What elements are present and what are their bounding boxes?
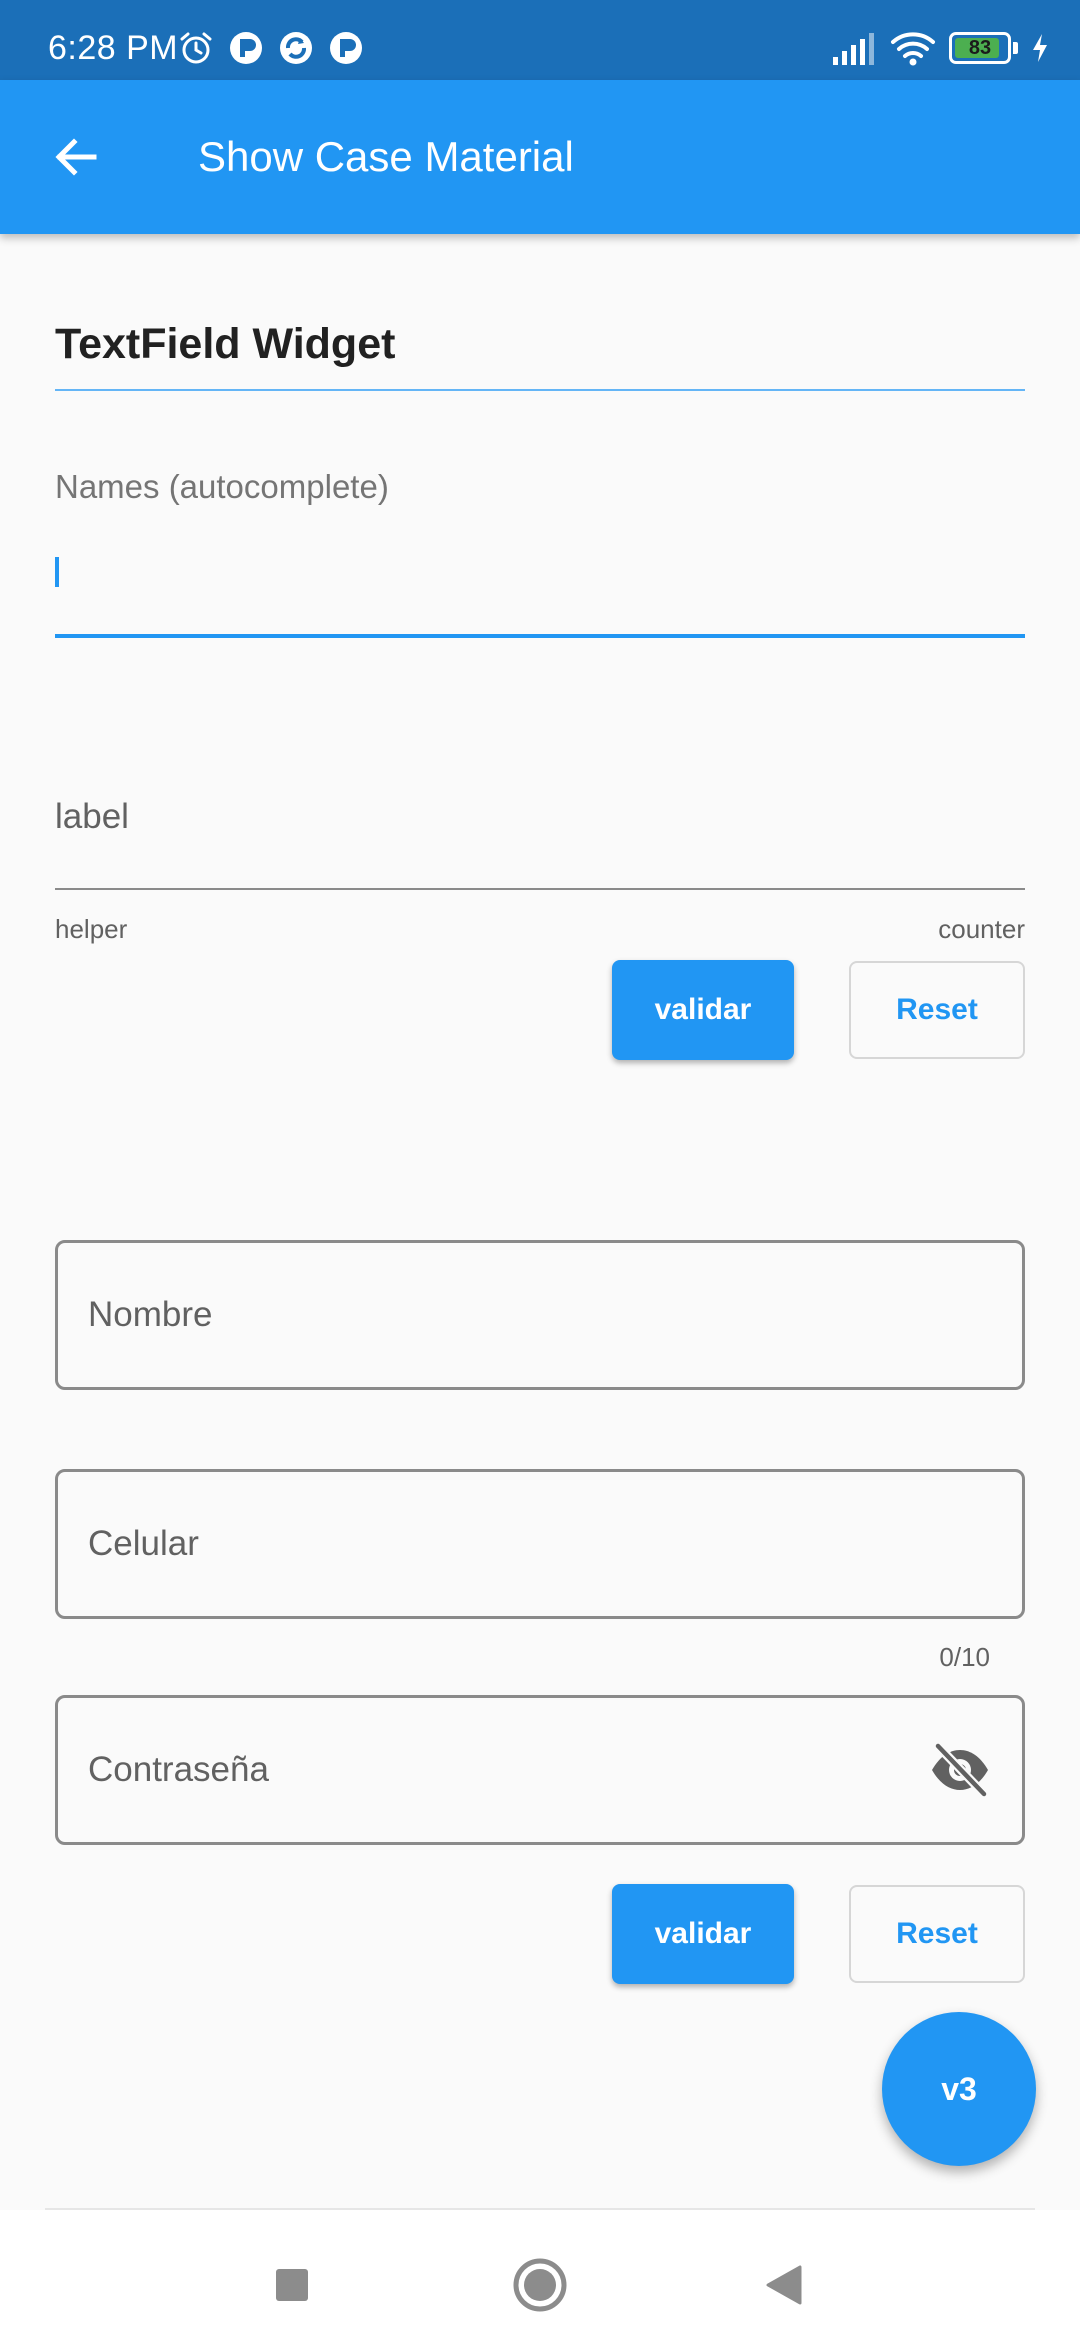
helper-text: helper — [55, 914, 128, 944]
version-fab[interactable]: v3 — [882, 2012, 1036, 2166]
arrow-back-icon — [55, 138, 97, 176]
reset-button-2[interactable]: Reset — [849, 1885, 1025, 1983]
status-system-icons: 83 — [831, 26, 1050, 70]
phone-field[interactable]: Celular — [55, 1469, 1025, 1619]
password-field[interactable]: Contraseña — [55, 1695, 1025, 1845]
charging-icon — [1033, 34, 1047, 62]
phone-counter: 0/10 — [939, 1642, 990, 1672]
battery-level: 83 — [968, 36, 992, 59]
app-bar: Show Case Material — [0, 80, 1080, 234]
phone-placeholder: Celular — [88, 1524, 199, 1563]
autocomplete-label: Names (autocomplete) — [55, 468, 389, 505]
back-button[interactable] — [40, 121, 112, 193]
reset-button[interactable]: Reset — [849, 961, 1025, 1059]
validate-button-2[interactable]: validar — [612, 1884, 794, 1984]
text-cursor — [55, 557, 59, 587]
section-divider — [55, 389, 1025, 391]
name-field[interactable]: Nombre — [55, 1240, 1025, 1390]
password-placeholder: Contraseña — [88, 1750, 269, 1789]
app-bar-title: Show Case Material — [198, 133, 574, 180]
status-bar: 6:28 PM 83 — [0, 0, 1080, 80]
status-notification-icons — [178, 28, 364, 68]
triangle-back-icon — [766, 2265, 802, 2305]
home-button[interactable] — [505, 2250, 575, 2320]
system-nav-bar — [0, 2210, 1080, 2340]
wifi-icon — [891, 32, 935, 66]
app-notification-icon-2 — [330, 32, 362, 64]
name-placeholder: Nombre — [88, 1295, 213, 1334]
battery-icon: 83 — [949, 32, 1011, 64]
counter-text: counter — [938, 914, 1025, 944]
basic-field-label: label — [55, 797, 129, 836]
status-time: 6:28 PM — [48, 29, 179, 67]
basic-field-input[interactable] — [55, 888, 1025, 890]
alarm-icon — [180, 32, 212, 64]
sync-notification-icon — [280, 32, 312, 64]
autocomplete-input[interactable] — [55, 634, 1025, 638]
back-nav-button[interactable] — [749, 2250, 819, 2320]
section-title: TextField Widget — [55, 320, 396, 368]
signal-icon — [833, 33, 874, 65]
visibility-off-icon[interactable] — [928, 1738, 992, 1802]
home-circle-icon — [513, 2258, 567, 2312]
square-icon — [276, 2269, 308, 2301]
recents-button[interactable] — [257, 2250, 327, 2320]
validate-button[interactable]: validar — [612, 960, 794, 1060]
app-notification-icon — [230, 32, 262, 64]
